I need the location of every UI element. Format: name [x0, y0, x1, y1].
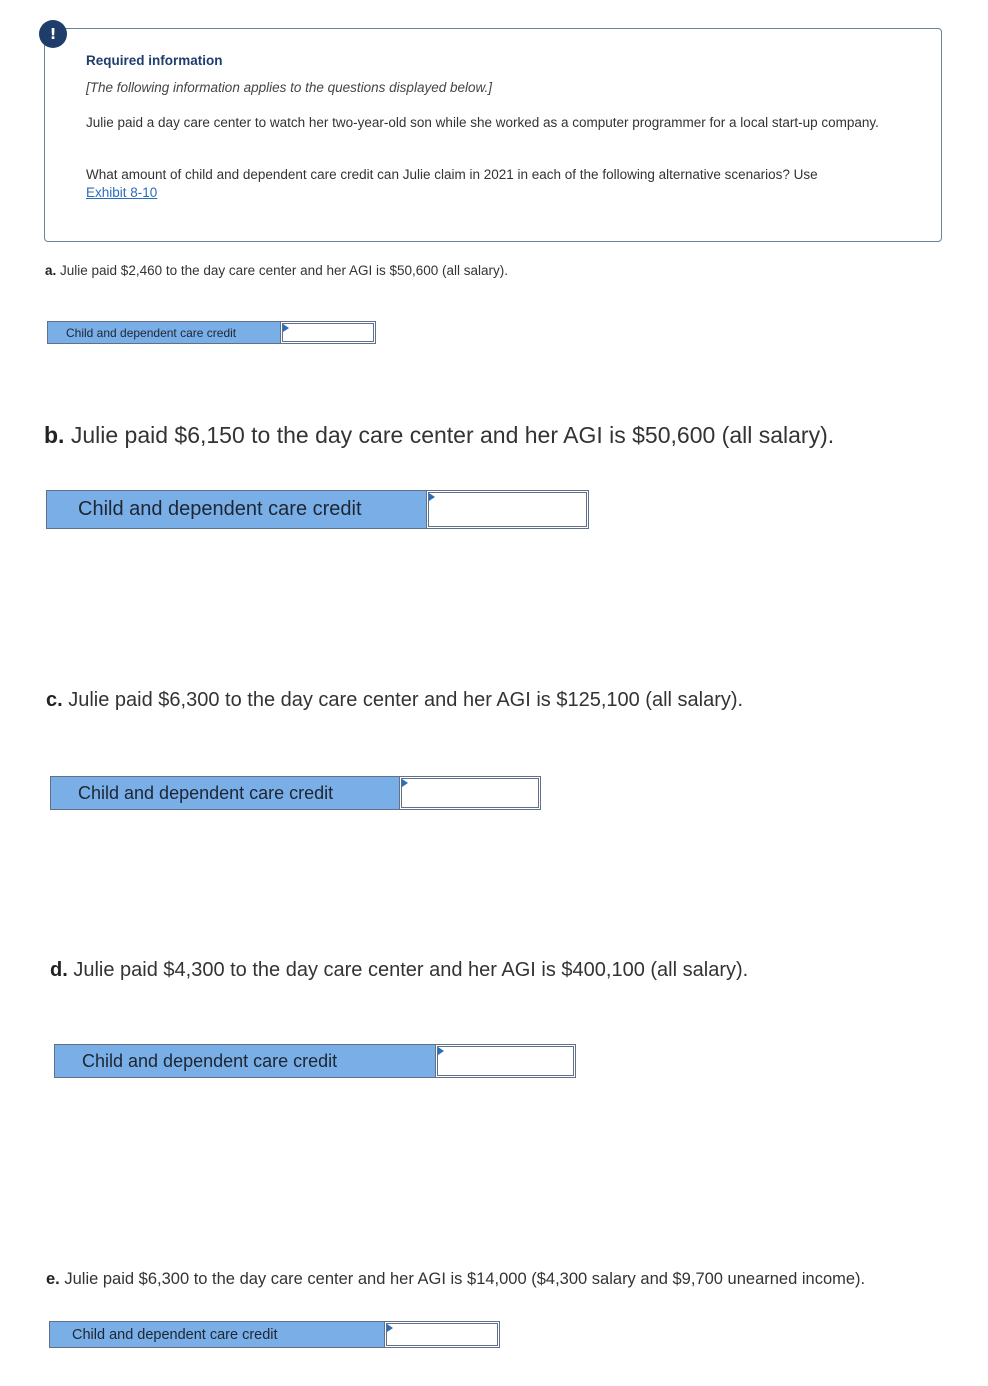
required-info-subtitle: [The following information applies to th… [86, 80, 492, 95]
row-label: Child and dependent care credit [55, 1045, 436, 1077]
row-label: Child and dependent care credit [51, 777, 400, 809]
answer-row-c: Child and dependent care credit [50, 776, 541, 810]
flag-icon [429, 493, 435, 501]
question-a: a. Julie paid $2,460 to the day care cen… [45, 263, 508, 278]
question-e: e. Julie paid $6,300 to the day care cen… [46, 1270, 865, 1289]
flag-icon [387, 1324, 393, 1332]
question-letter: a. [45, 263, 57, 278]
answer-row-b: Child and dependent care credit [46, 490, 589, 529]
question-prompt: What amount of child and dependent care … [86, 166, 916, 202]
question-text: Julie paid $6,150 to the day care center… [64, 422, 835, 448]
credit-input-field-c[interactable] [402, 779, 538, 807]
credit-input-e[interactable] [386, 1323, 498, 1346]
credit-input-b[interactable] [428, 492, 587, 527]
question-letter: b. [44, 422, 65, 448]
row-label: Child and dependent care credit [47, 491, 427, 528]
exhibit-link[interactable]: Exhibit 8-10 [86, 185, 157, 200]
flag-icon [283, 324, 289, 332]
credit-input-field-a[interactable] [283, 324, 373, 341]
answer-row-a: Child and dependent care credit [47, 321, 376, 344]
credit-input-field-e[interactable] [387, 1324, 497, 1345]
question-text: Julie paid $2,460 to the day care center… [56, 263, 509, 278]
question-c: c. Julie paid $6,300 to the day care cen… [46, 689, 743, 712]
alert-icon: ! [39, 20, 67, 48]
required-info-title: Required information [86, 53, 223, 68]
question-letter: c. [46, 689, 63, 711]
question-d: d. Julie paid $4,300 to the day care cen… [50, 959, 748, 982]
question-letter: e. [46, 1270, 60, 1288]
credit-input-field-d[interactable] [438, 1047, 573, 1075]
flag-icon [402, 779, 408, 787]
question-text: Julie paid $4,300 to the day care center… [67, 959, 749, 981]
question-prompt-text: What amount of child and dependent care … [86, 167, 818, 182]
answer-row-d: Child and dependent care credit [54, 1044, 576, 1078]
row-label: Child and dependent care credit [48, 322, 281, 343]
scenario-description: Julie paid a day care center to watch he… [86, 115, 879, 130]
credit-input-field-b[interactable] [429, 493, 586, 526]
answer-row-e: Child and dependent care credit [49, 1321, 500, 1348]
question-text: Julie paid $6,300 to the day care center… [59, 1270, 866, 1288]
credit-input-a[interactable] [282, 323, 374, 342]
question-letter: d. [50, 959, 68, 981]
flag-icon [438, 1047, 444, 1055]
row-label: Child and dependent care credit [50, 1322, 385, 1347]
question-b: b. Julie paid $6,150 to the day care cen… [44, 422, 834, 449]
question-text: Julie paid $6,300 to the day care center… [62, 689, 744, 711]
credit-input-d[interactable] [437, 1046, 574, 1076]
credit-input-c[interactable] [401, 778, 539, 808]
